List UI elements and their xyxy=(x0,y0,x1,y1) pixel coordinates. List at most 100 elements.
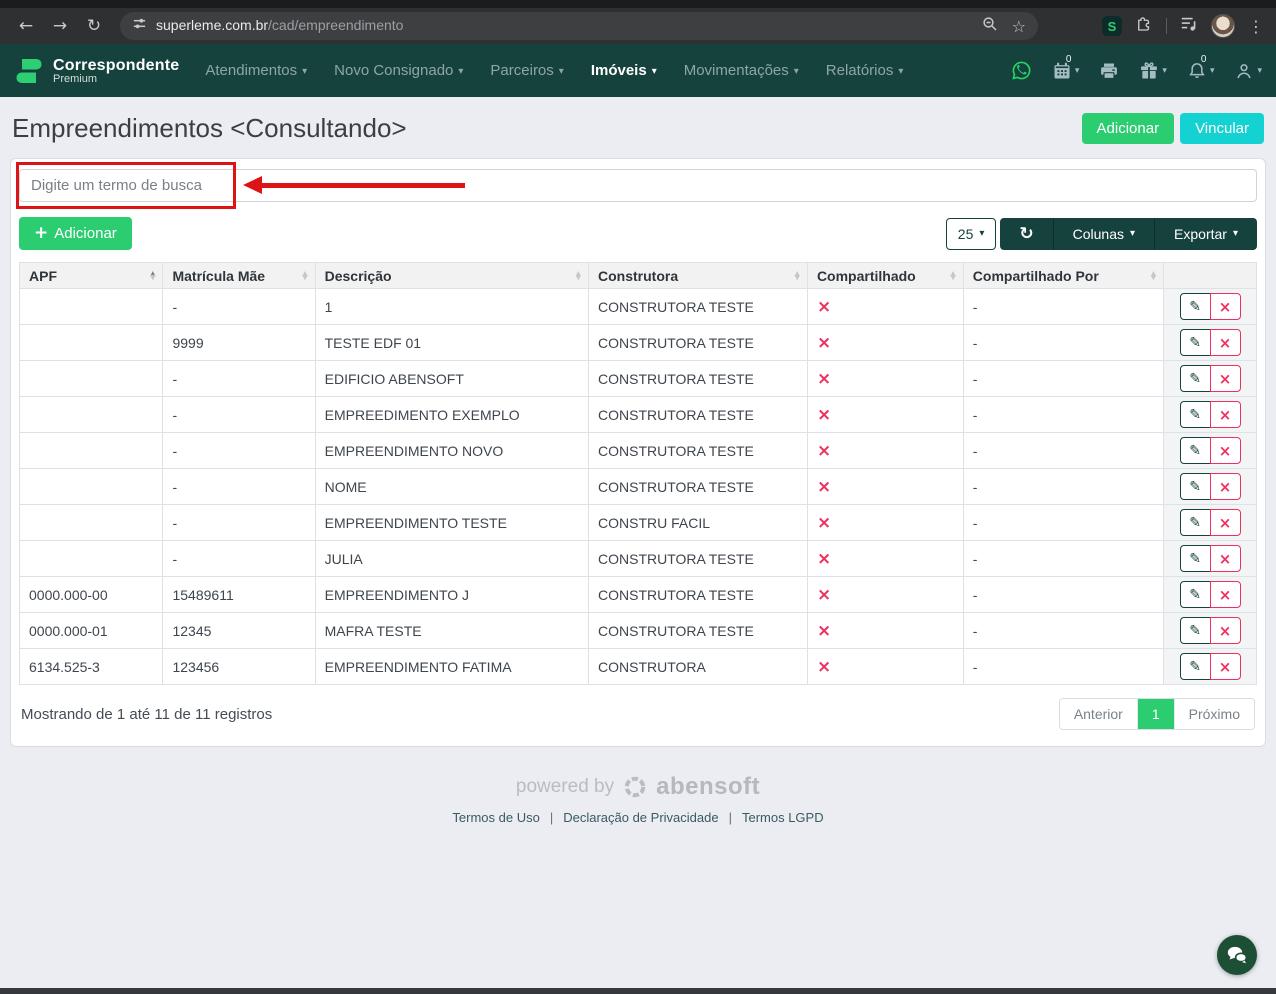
delete-button[interactable]: × xyxy=(1210,545,1241,572)
delete-button[interactable]: × xyxy=(1210,509,1241,536)
delete-x-icon: × xyxy=(1219,658,1232,676)
extensions-puzzle-icon[interactable] xyxy=(1135,15,1153,38)
delete-x-icon: × xyxy=(1219,370,1232,388)
cell-apf xyxy=(20,397,163,433)
delete-button[interactable]: × xyxy=(1210,581,1241,608)
abensoft-brand: abensoft xyxy=(656,773,760,801)
browser-forward-icon[interactable]: → xyxy=(46,12,74,40)
browser-reload-icon[interactable]: ↻ xyxy=(80,12,108,40)
cell-construtora: CONSTRUTORA TESTE xyxy=(589,325,808,361)
superleme-extension-icon[interactable]: S xyxy=(1102,16,1122,36)
media-playlist-icon[interactable] xyxy=(1180,15,1198,38)
chat-button[interactable] xyxy=(1217,935,1257,975)
profile-avatar[interactable] xyxy=(1211,14,1235,38)
not-shared-x-icon: × xyxy=(817,369,831,389)
cell-actions: ✎ × xyxy=(1164,577,1257,613)
cell-compartilhado-por: - xyxy=(963,613,1163,649)
edit-button[interactable]: ✎ xyxy=(1180,473,1211,500)
whatsapp-icon[interactable] xyxy=(1011,60,1032,81)
add-record-button[interactable]: + Adicionar xyxy=(19,217,132,250)
edit-button[interactable]: ✎ xyxy=(1180,545,1211,572)
page-title: Empreendimentos <Consultando> xyxy=(12,113,407,144)
bookmark-star-icon[interactable]: ☆ xyxy=(1012,17,1026,36)
empreendimentos-table: APF▲▼ Matrícula Mãe▲▼ Descrição▲▼ Constr… xyxy=(19,262,1257,685)
abensoft-knot-icon xyxy=(622,774,648,800)
edit-button[interactable]: ✎ xyxy=(1180,509,1211,536)
vincular-button[interactable]: Vincular xyxy=(1180,113,1264,144)
delete-x-icon: × xyxy=(1219,406,1232,424)
cell-compartilhado: × xyxy=(807,361,963,397)
pagination-next[interactable]: Próximo xyxy=(1174,699,1254,729)
colunas-button[interactable]: Colunas ▾ xyxy=(1053,218,1154,250)
link-termos-lgpd[interactable]: Termos LGPD xyxy=(742,810,824,825)
col-header-compartilhado[interactable]: Compartilhado▲▼ xyxy=(807,263,963,289)
edit-button[interactable]: ✎ xyxy=(1180,653,1211,680)
pagination-previous[interactable]: Anterior xyxy=(1060,699,1137,729)
browser-menu-icon[interactable]: ⋮ xyxy=(1248,17,1264,36)
user-menu-icon[interactable]: ▾ xyxy=(1234,61,1262,81)
menu-relatorios[interactable]: Relatórios▾ xyxy=(826,62,904,79)
delete-button[interactable]: × xyxy=(1210,653,1241,680)
brand-logo[interactable]: Correspondente Premium xyxy=(14,56,179,86)
menu-parceiros[interactable]: Parceiros▾ xyxy=(490,62,563,79)
table-row: 0000.000-01 12345 MAFRA TESTE CONSTRUTOR… xyxy=(20,613,1257,649)
col-header-apf[interactable]: APF▲▼ xyxy=(20,263,163,289)
delete-button[interactable]: × xyxy=(1210,365,1241,392)
printer-icon[interactable] xyxy=(1099,61,1119,81)
cell-descricao: EMPREENDIMENTO J xyxy=(315,577,588,613)
delete-button[interactable]: × xyxy=(1210,473,1241,500)
delete-button[interactable]: × xyxy=(1210,293,1241,320)
cell-compartilhado: × xyxy=(807,541,963,577)
cell-actions: ✎ × xyxy=(1164,361,1257,397)
delete-button[interactable]: × xyxy=(1210,617,1241,644)
edit-button[interactable]: ✎ xyxy=(1180,293,1211,320)
link-declaracao-privacidade[interactable]: Declaração de Privacidade xyxy=(563,810,718,825)
site-info-icon[interactable] xyxy=(132,16,147,36)
col-header-construtora[interactable]: Construtora▲▼ xyxy=(589,263,808,289)
chevron-down-icon: ▾ xyxy=(458,66,463,77)
cell-apf xyxy=(20,325,163,361)
edit-button[interactable]: ✎ xyxy=(1180,581,1211,608)
page-size-select[interactable]: 25 ▾ xyxy=(946,218,997,250)
chevron-down-icon: ▾ xyxy=(559,66,564,77)
address-bar[interactable]: superleme.com.br/cad/empreendimento ☆ xyxy=(120,12,1038,40)
edit-button[interactable]: ✎ xyxy=(1180,329,1211,356)
bell-icon[interactable]: 0 ▾ xyxy=(1187,61,1215,81)
refresh-button[interactable]: ↻ xyxy=(1000,218,1052,250)
col-header-matricula[interactable]: Matrícula Mãe▲▼ xyxy=(163,263,315,289)
cell-compartilhado: × xyxy=(807,505,963,541)
search-input[interactable] xyxy=(19,169,1257,202)
pagination: Anterior 1 Próximo xyxy=(1059,698,1255,730)
col-header-descricao[interactable]: Descrição▲▼ xyxy=(315,263,588,289)
cell-descricao: EMPREENDIMENTO NOVO xyxy=(315,433,588,469)
adicionar-button[interactable]: Adicionar xyxy=(1082,113,1175,144)
menu-imoveis[interactable]: Imóveis▾ xyxy=(591,62,657,79)
edit-button[interactable]: ✎ xyxy=(1180,617,1211,644)
col-header-compartilhado-por[interactable]: Compartilhado Por▲▼ xyxy=(963,263,1163,289)
sort-desc-icon: ▼ xyxy=(950,276,955,280)
delete-button[interactable]: × xyxy=(1210,437,1241,464)
pagination-page-1[interactable]: 1 xyxy=(1137,699,1174,729)
zoom-icon[interactable] xyxy=(982,16,998,37)
delete-button[interactable]: × xyxy=(1210,329,1241,356)
edit-button[interactable]: ✎ xyxy=(1180,365,1211,392)
chat-bubbles-icon xyxy=(1225,943,1249,967)
delete-button[interactable]: × xyxy=(1210,401,1241,428)
menu-atendimentos[interactable]: Atendimentos▾ xyxy=(205,62,307,79)
menu-movimentacoes[interactable]: Movimentações▾ xyxy=(684,62,799,79)
cell-construtora: CONSTRUTORA TESTE xyxy=(589,433,808,469)
browser-back-icon[interactable]: ← xyxy=(12,12,40,40)
cell-matricula-mae: - xyxy=(163,361,315,397)
menu-novo-consignado[interactable]: Novo Consignado▾ xyxy=(334,62,463,79)
cell-compartilhado-por: - xyxy=(963,397,1163,433)
link-termos-de-uso[interactable]: Termos de Uso xyxy=(452,810,539,825)
table-row: - EMPREEDIMENTO EXEMPLO CONSTRUTORA TEST… xyxy=(20,397,1257,433)
cell-compartilhado-por: - xyxy=(963,505,1163,541)
gift-icon[interactable]: ▾ xyxy=(1139,61,1167,81)
pencil-icon: ✎ xyxy=(1189,335,1201,351)
edit-button[interactable]: ✎ xyxy=(1180,437,1211,464)
edit-button[interactable]: ✎ xyxy=(1180,401,1211,428)
cell-actions: ✎ × xyxy=(1164,649,1257,685)
exportar-button[interactable]: Exportar ▾ xyxy=(1154,218,1257,250)
calendar-icon[interactable]: 0 ▾ xyxy=(1052,61,1080,81)
